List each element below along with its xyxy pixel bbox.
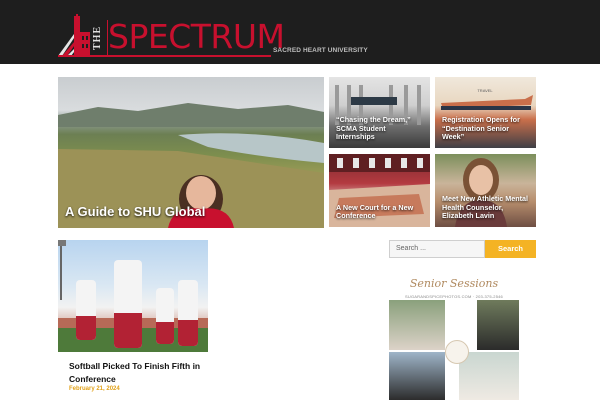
tower-icon — [58, 14, 90, 56]
featured-tile[interactable]: A New Court for a New Conference — [329, 154, 430, 227]
featured-main-caption: A Guide to SHU Global — [65, 204, 206, 220]
featured-tile[interactable]: “Chasing the Dream,” SCMA Student Intern… — [329, 77, 430, 148]
ad-photo — [459, 352, 519, 400]
site-logo[interactable]: THE SPECTRUM SACRED HEART UNIVERSITY — [58, 10, 368, 60]
player-figure — [178, 280, 198, 346]
post-title[interactable]: Softball Picked To Finish Fifth in Confe… — [69, 360, 209, 386]
featured-main-story[interactable]: A Guide to SHU Global — [58, 77, 324, 228]
search-button[interactable]: Search — [485, 240, 536, 258]
player-figure — [156, 288, 174, 344]
ad-title: Senior Sessions — [409, 277, 499, 290]
post-thumbnail[interactable] — [58, 240, 208, 352]
featured-tile-caption: Meet New Athletic Mental Health Counselo… — [442, 194, 528, 221]
featured-tile[interactable]: Meet New Athletic Mental Health Counselo… — [435, 154, 536, 227]
featured-tile-caption: “Chasing the Dream,” SCMA Student Intern… — [336, 115, 411, 142]
logo-title: SPECTRUM — [108, 17, 285, 56]
site-header: THE SPECTRUM SACRED HEART UNIVERSITY — [0, 0, 600, 64]
sidebar-ad[interactable]: Senior Sessions SUGARANDSPICEPHOTOS.COM … — [389, 272, 519, 400]
player-figure — [114, 260, 142, 348]
ad-subtitle: SUGARANDSPICEPHOTOS.COM · 203-375-2546 — [404, 294, 503, 299]
post-date: February 21, 2024 — [69, 386, 120, 392]
featured-tile-caption: A New Court for a New Conference — [336, 202, 414, 221]
player-figure — [76, 280, 96, 340]
featured-tile-caption: Registration Opens for “Destination Seni… — [442, 115, 520, 142]
logo-subtitle: SACRED HEART UNIVERSITY — [273, 47, 368, 54]
svg-text:TRAVEL: TRAVEL — [477, 88, 493, 93]
ad-photo — [389, 300, 445, 350]
ad-photo — [477, 300, 519, 350]
logo-the: THE — [92, 20, 108, 56]
ad-photo — [389, 352, 445, 400]
featured-tile[interactable]: TRAVEL Registration Opens for “Destinati… — [435, 77, 536, 148]
search-input[interactable]: Search ... — [389, 240, 485, 258]
ad-badge-icon — [445, 340, 469, 364]
logo-underline — [58, 55, 271, 57]
